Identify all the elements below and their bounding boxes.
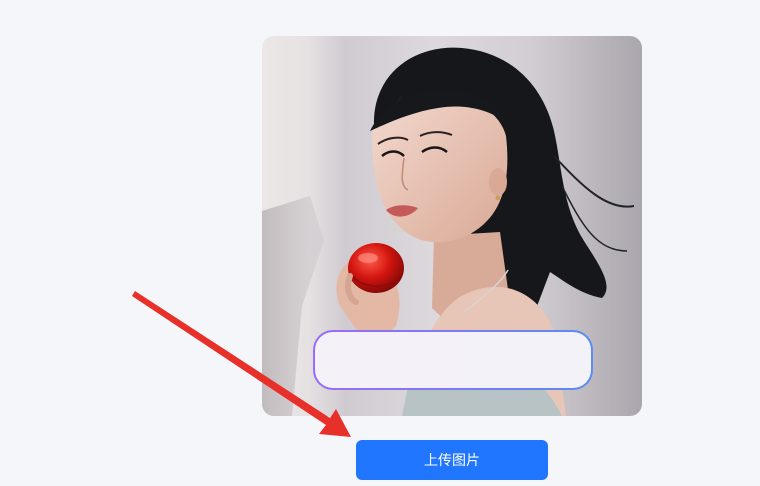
upload-image-button[interactable]: 上传图片 [356, 440, 548, 480]
photo-caption-box [313, 330, 593, 390]
